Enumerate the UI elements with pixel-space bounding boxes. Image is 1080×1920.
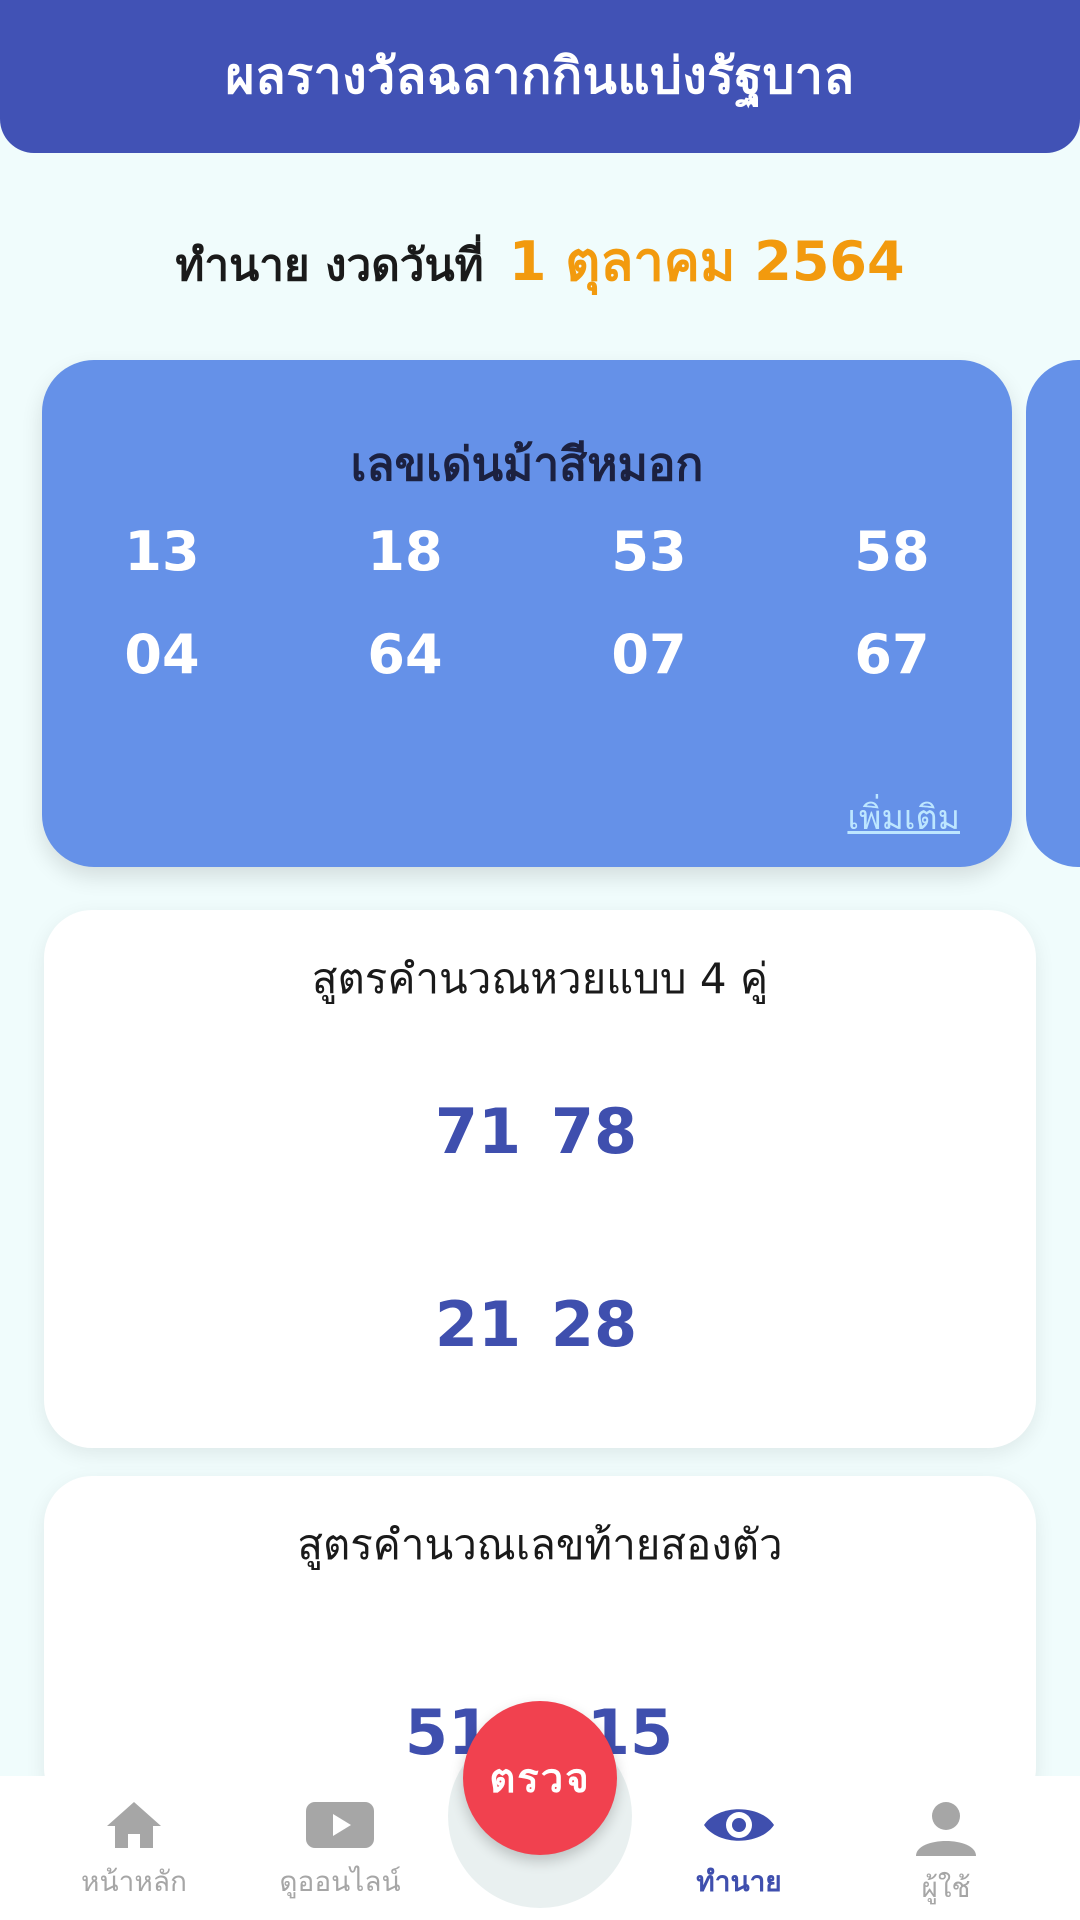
featured-number-row-1: 13 18 53 58 bbox=[42, 520, 1012, 590]
user-icon bbox=[916, 1802, 976, 1856]
featured-number: 58 bbox=[854, 520, 930, 583]
featured-card-title: เลขเด่นม้าสีหมอก bbox=[350, 437, 704, 491]
nav-label-home: หน้าหลัก bbox=[81, 1865, 187, 1898]
pair-number: 71 bbox=[434, 1095, 522, 1168]
app-title: ผลรางวัลฉลากกินแบ่งรัฐบาล bbox=[225, 47, 855, 105]
nav-item-home[interactable]: หน้าหลัก bbox=[44, 1800, 224, 1904]
eye-icon bbox=[704, 1809, 774, 1841]
more-link[interactable]: เพิ่มเติม bbox=[847, 790, 960, 844]
featured-number: 13 bbox=[124, 520, 200, 583]
draw-date-line: ทำนาย งวดวันที่ 1 ตุลาคม 2564 bbox=[0, 218, 1080, 304]
nav-label-watch-online: ดูออนไลน์ bbox=[279, 1865, 401, 1898]
nav-label-predict: ทำนาย bbox=[696, 1865, 782, 1898]
nav-item-watch-online[interactable]: ดูออนไลน์ bbox=[250, 1800, 430, 1904]
pair-number: 21 bbox=[434, 1288, 522, 1361]
featured-number: 67 bbox=[854, 623, 930, 686]
featured-number: 18 bbox=[367, 520, 443, 583]
nav-label-user: ผู้ใช้ bbox=[921, 1871, 971, 1904]
nav-item-predict[interactable]: ทำนาย bbox=[649, 1800, 829, 1904]
draw-date-prefix: ทำนาย งวดวันที่ bbox=[175, 240, 484, 291]
play-icon bbox=[306, 1802, 374, 1848]
nav-item-user[interactable]: ผู้ใช้ bbox=[856, 1800, 1036, 1910]
four-pairs-card: สูตรคำนวณหวยแบบ 4 คู่ 71 78 21 28 bbox=[44, 910, 1036, 1448]
featured-number: 04 bbox=[124, 623, 200, 686]
pair-number: 28 bbox=[550, 1288, 638, 1361]
featured-number: 53 bbox=[611, 520, 687, 583]
home-icon bbox=[107, 1802, 161, 1848]
two-digit-title: สูตรคำนวณเลขท้ายสองตัว bbox=[297, 1520, 783, 1569]
draw-date-value: 1 ตุลาคม 2564 bbox=[508, 230, 905, 293]
featured-number: 07 bbox=[611, 623, 687, 686]
featured-number-row-2: 04 64 07 67 bbox=[42, 623, 1012, 693]
featured-number: 64 bbox=[367, 623, 443, 686]
check-button[interactable]: ตรวจ bbox=[463, 1701, 617, 1855]
app-header: ผลรางวัลฉลากกินแบ่งรัฐบาล bbox=[0, 0, 1080, 153]
four-pairs-title: สูตรคำนวณหวยแบบ 4 คู่ bbox=[311, 954, 769, 1003]
next-card-peek[interactable] bbox=[1026, 360, 1080, 867]
pair-number: 78 bbox=[550, 1095, 638, 1168]
featured-prediction-card[interactable]: เลขเด่นม้าสีหมอก 13 18 53 58 04 64 07 67… bbox=[42, 360, 1012, 867]
